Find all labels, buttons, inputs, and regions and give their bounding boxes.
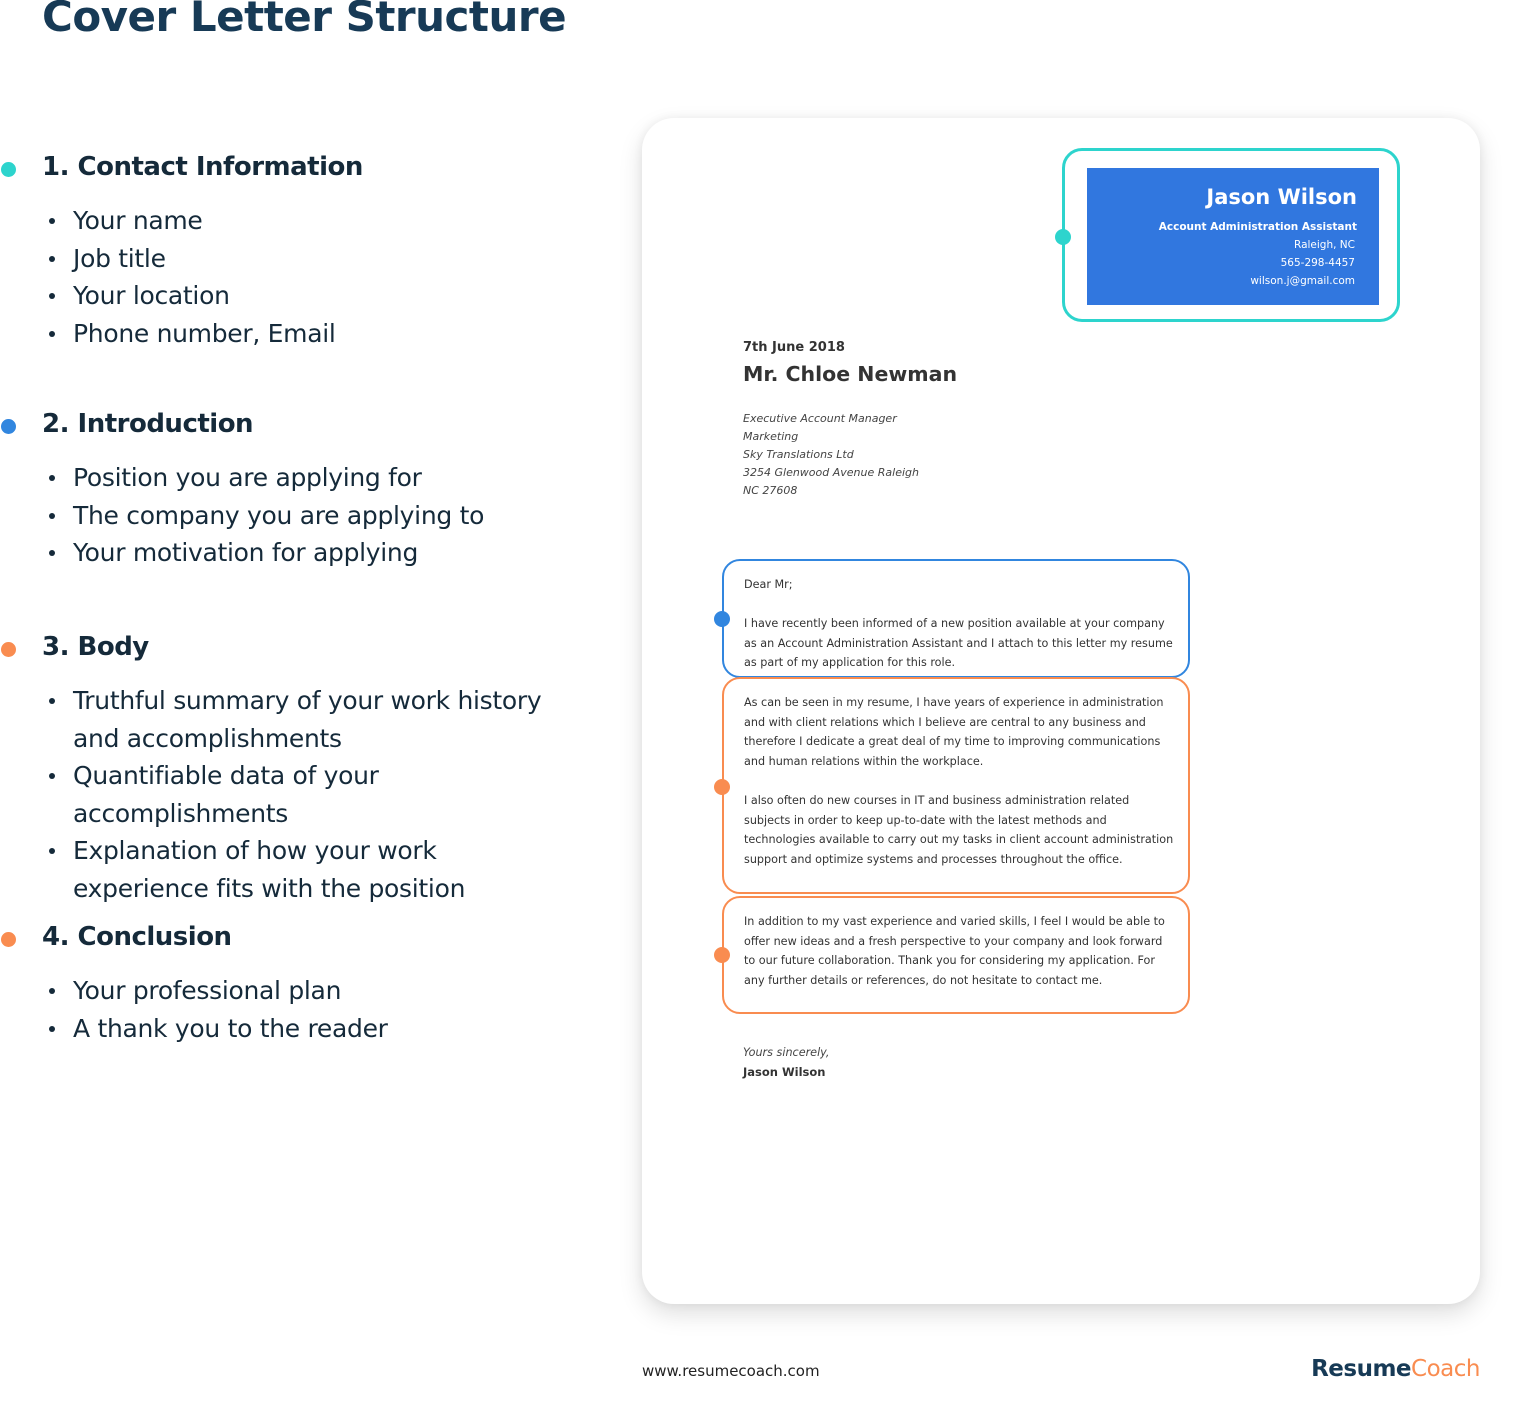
- signature: Jason Wilson: [743, 1065, 826, 1079]
- list-item-text: Phone number, Email: [73, 318, 336, 348]
- bullet-icon: [49, 330, 55, 337]
- bullet-icon: [49, 848, 55, 854]
- list-item: Quantifiable data of your accomplishment…: [0, 757, 573, 832]
- list-item-text: Truthful summary of your work history an…: [73, 686, 542, 753]
- list-item-text: Explanation of how your work experience …: [73, 836, 466, 903]
- body-box: As can be seen in my resume, I have year…: [722, 677, 1190, 894]
- section-contact-information: 1. Contact Information Your name Job tit…: [0, 152, 600, 352]
- applicant-location: Raleigh, NC: [1294, 239, 1355, 251]
- section-heading: 1. Contact Information: [42, 152, 363, 182]
- introduction-paragraph: I have recently been informed of a new p…: [744, 617, 1173, 670]
- conclusion-box: In addition to my vast experience and va…: [722, 896, 1190, 1014]
- bullet-icon: [49, 475, 55, 481]
- list-item: Explanation of how your work experience …: [0, 832, 573, 907]
- section-conclusion: 4. Conclusion Your professional plan A t…: [0, 922, 600, 1047]
- list-item-text: A thank you to the reader: [73, 1013, 388, 1043]
- cover-letter-paper: Jason Wilson Account Administration Assi…: [642, 118, 1480, 1304]
- section-heading: 3. Body: [42, 632, 149, 662]
- bullet-icon: [49, 698, 55, 704]
- teal-dot-icon: [1, 162, 16, 177]
- section-heading: 2. Introduction: [42, 409, 254, 439]
- orange-connector-dot-icon: [714, 947, 730, 963]
- section-body: 3. Body Truthful summary of your work hi…: [0, 632, 600, 907]
- bullet-icon: [49, 1025, 55, 1032]
- conclusion-paragraph: In addition to my vast experience and va…: [744, 915, 1165, 987]
- list-item-text: Your name: [73, 206, 203, 235]
- introduction-box: Dear Mr; I have recently been informed o…: [722, 559, 1190, 678]
- list-item: Your name: [0, 202, 573, 240]
- bullet-list: Your name Job title Your location Phone …: [0, 202, 600, 352]
- brand-part-1: Resume: [1311, 1356, 1412, 1382]
- body-paragraph: I also often do new courses in IT and bu…: [744, 793, 1174, 866]
- list-item-text: Your location: [73, 281, 230, 310]
- bullet-icon: [49, 293, 55, 299]
- bullet-icon: [49, 550, 55, 556]
- address-line: Sky Translations Ltd: [743, 448, 854, 461]
- section-heading: 4. Conclusion: [42, 922, 232, 952]
- address-line: Marketing: [743, 430, 799, 443]
- list-item-text: Position you are applying for: [73, 463, 422, 492]
- page-title: Cover Letter Structure: [42, 0, 567, 41]
- section-introduction: 2. Introduction Position you are applyin…: [0, 409, 600, 572]
- orange-dot-icon: [1, 932, 16, 947]
- list-item: Phone number, Email: [0, 315, 573, 353]
- recipient-name: Mr. Chloe Newman: [743, 362, 958, 386]
- list-item-text: The company you are applying to: [73, 500, 485, 530]
- list-item-text: Job title: [73, 243, 166, 273]
- applicant-name: Jason Wilson: [1206, 185, 1357, 209]
- bullet-list: Truthful summary of your work history an…: [0, 682, 600, 907]
- list-item: The company you are applying to: [0, 497, 573, 535]
- letter-date: 7th June 2018: [743, 340, 845, 355]
- orange-connector-dot-icon: [714, 779, 730, 795]
- address-line: Executive Account Manager: [743, 412, 897, 425]
- contact-card: Jason Wilson Account Administration Assi…: [1087, 168, 1379, 305]
- address-line: NC 27608: [743, 484, 798, 497]
- list-item: Truthful summary of your work history an…: [0, 682, 573, 757]
- bullet-list: Position you are applying for The compan…: [0, 459, 600, 572]
- bullet-icon: [49, 512, 55, 519]
- bullet-list: Your professional plan A thank you to th…: [0, 972, 600, 1047]
- body-paragraph: As can be seen in my resume, I have year…: [744, 696, 1164, 768]
- list-item-text: Quantifiable data of your accomplishment…: [73, 761, 379, 828]
- salutation: Dear Mr;: [744, 578, 793, 591]
- closing: Yours sincerely,: [743, 1046, 830, 1059]
- brand-logo: ResumeCoach: [1311, 1356, 1480, 1382]
- applicant-phone: 565-298-4457: [1280, 257, 1355, 269]
- footer-url[interactable]: www.resumecoach.com: [642, 1362, 820, 1380]
- recipient-address: Executive Account Manager Marketing Sky …: [743, 410, 919, 500]
- applicant-job-title: Account Administration Assistant: [1158, 221, 1357, 233]
- list-item-text: Your professional plan: [73, 976, 342, 1005]
- bullet-icon: [49, 773, 55, 779]
- orange-dot-icon: [1, 642, 16, 657]
- bullet-icon: [49, 218, 55, 224]
- bullet-icon: [49, 255, 55, 262]
- blue-dot-icon: [1, 419, 16, 434]
- list-item-text: Your motivation for applying: [73, 538, 419, 567]
- list-item: Position you are applying for: [0, 459, 573, 497]
- bullet-icon: [49, 988, 55, 994]
- applicant-email: wilson.j@gmail.com: [1250, 275, 1355, 287]
- list-item: Your professional plan: [0, 972, 573, 1010]
- address-line: 3254 Glenwood Avenue Raleigh: [743, 466, 919, 479]
- list-item: Your location: [0, 277, 573, 315]
- blue-connector-dot-icon: [714, 611, 730, 627]
- brand-part-2: Coach: [1411, 1356, 1480, 1382]
- list-item: A thank you to the reader: [0, 1010, 573, 1048]
- list-item: Job title: [0, 240, 573, 278]
- teal-connector-dot-icon: [1055, 229, 1071, 245]
- list-item: Your motivation for applying: [0, 534, 573, 572]
